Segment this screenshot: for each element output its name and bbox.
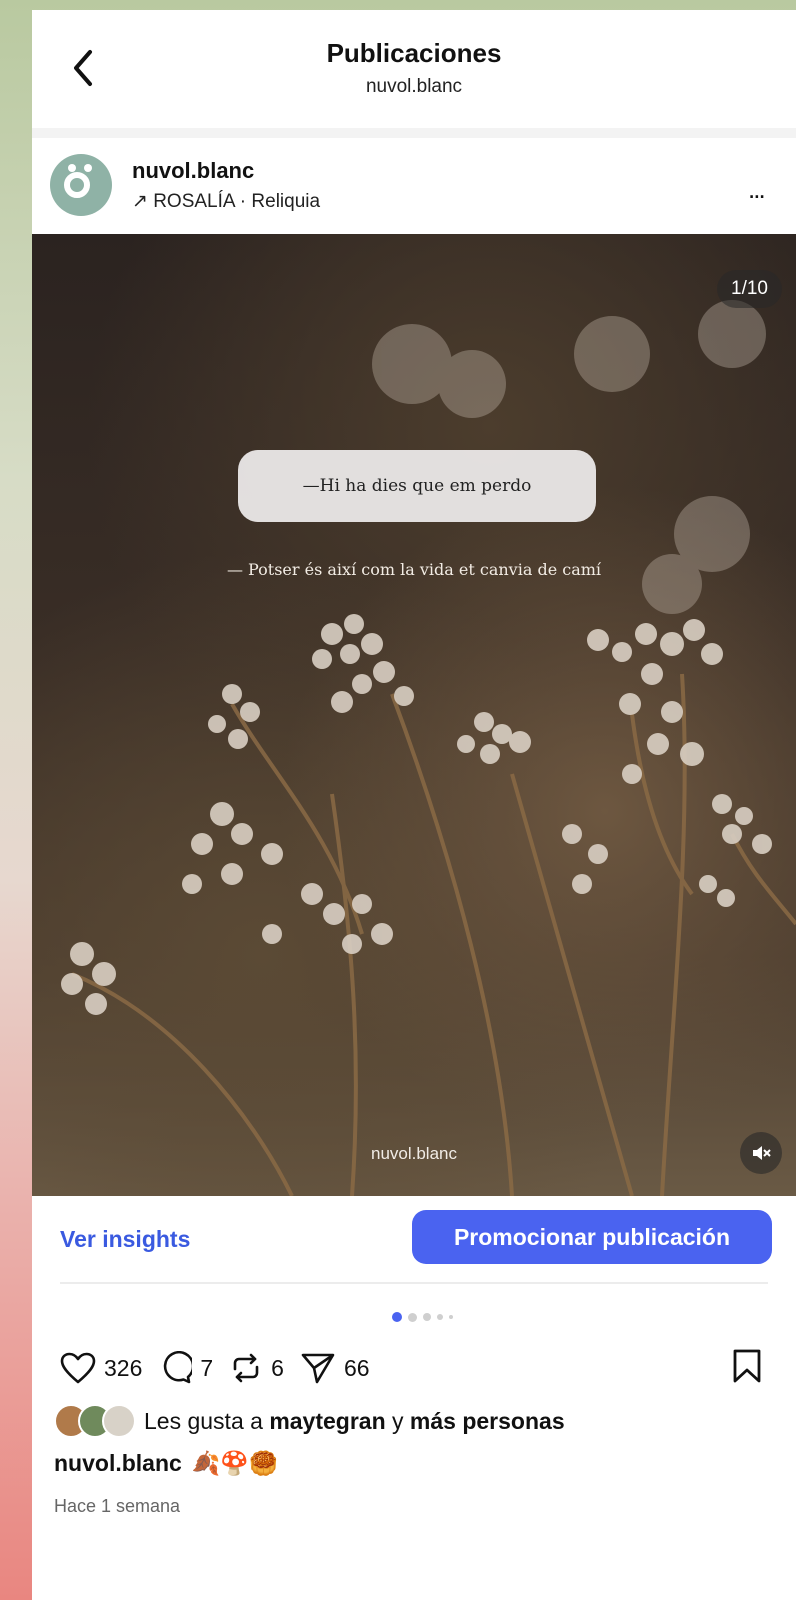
post-username[interactable]: nuvol.blanc bbox=[132, 158, 254, 184]
page-subtitle: nuvol.blanc bbox=[365, 76, 463, 97]
carousel-dot bbox=[423, 1313, 431, 1321]
comment-bubble-icon bbox=[164, 1351, 193, 1384]
image-watermark: nuvol.blanc bbox=[370, 1144, 457, 1163]
mute-button[interactable] bbox=[740, 1132, 782, 1174]
save-button[interactable] bbox=[732, 1348, 762, 1389]
comment-count: 7 bbox=[200, 1354, 214, 1381]
comment-button[interactable]: 7 bbox=[158, 1351, 213, 1385]
liked-by-prefix: Les gusta a bbox=[144, 1407, 270, 1434]
like-button[interactable]: 326 bbox=[60, 1352, 142, 1384]
speaker-muted-icon bbox=[753, 1146, 771, 1160]
liked-by-user[interactable]: maytegran bbox=[269, 1408, 385, 1435]
liked-by-line[interactable]: Les gusta a maytegran y más personas bbox=[54, 1404, 565, 1438]
page-title: Publicaciones bbox=[326, 38, 502, 68]
carousel-counter: 1/10 bbox=[717, 270, 782, 308]
like-count: 326 bbox=[104, 1354, 143, 1381]
promote-post-button[interactable]: Promocionar publicación bbox=[412, 1210, 772, 1264]
action-divider bbox=[60, 1282, 768, 1284]
share-count: 66 bbox=[343, 1354, 370, 1381]
carousel-dot bbox=[437, 1314, 443, 1320]
liker-avatar bbox=[102, 1404, 136, 1438]
avatar[interactable] bbox=[50, 154, 112, 216]
engagement-bar: 326 7 6 66 bbox=[60, 1346, 370, 1390]
flower-stems-image bbox=[61, 300, 796, 1196]
liker-avatars bbox=[54, 1404, 136, 1438]
more-options-button[interactable]: ... bbox=[748, 174, 766, 205]
quote-line: — Potser és així com la vida et canvia d… bbox=[226, 560, 602, 579]
bookmark-icon bbox=[733, 1349, 761, 1383]
share-button[interactable]: 66 bbox=[300, 1351, 370, 1385]
heart-icon bbox=[60, 1352, 96, 1384]
avatar-dot bbox=[84, 164, 92, 172]
post-caption: nuvol.blanc 🍂🍄🥮 bbox=[54, 1450, 278, 1477]
liked-by-middle: y bbox=[385, 1407, 410, 1434]
header-divider bbox=[32, 128, 796, 138]
repost-button[interactable]: 6 bbox=[229, 1351, 284, 1385]
carousel-dot-active bbox=[392, 1312, 402, 1322]
send-icon bbox=[301, 1353, 335, 1384]
post-media[interactable]: 1/10 —Hi ha dies que em perdo — Potser é… bbox=[32, 234, 796, 1196]
top-bar: Publicaciones nuvol.blanc bbox=[32, 10, 796, 128]
app-frame: Publicaciones nuvol.blanc nuvol.blanc ↗ … bbox=[32, 10, 796, 1600]
post-timestamp: Hace 1 semana bbox=[54, 1496, 181, 1516]
music-attribution[interactable]: ↗ ROSALÍA · Reliquia bbox=[132, 190, 320, 213]
avatar-dot bbox=[68, 164, 76, 172]
caption-username[interactable]: nuvol.blanc bbox=[54, 1450, 182, 1477]
liked-by-others[interactable]: más personas bbox=[410, 1408, 565, 1435]
carousel-dot bbox=[449, 1315, 453, 1319]
caption-emojis: 🍂🍄🥮 bbox=[191, 1450, 278, 1476]
view-insights-link[interactable]: Ver insights bbox=[60, 1226, 190, 1253]
quote-bubble: —Hi ha dies que em perdo bbox=[238, 450, 596, 522]
repost-icon bbox=[233, 1353, 259, 1383]
avatar-ring bbox=[64, 172, 90, 198]
carousel-dots bbox=[392, 1312, 453, 1322]
carousel-dot bbox=[408, 1312, 417, 1322]
repost-count: 6 bbox=[271, 1354, 284, 1381]
